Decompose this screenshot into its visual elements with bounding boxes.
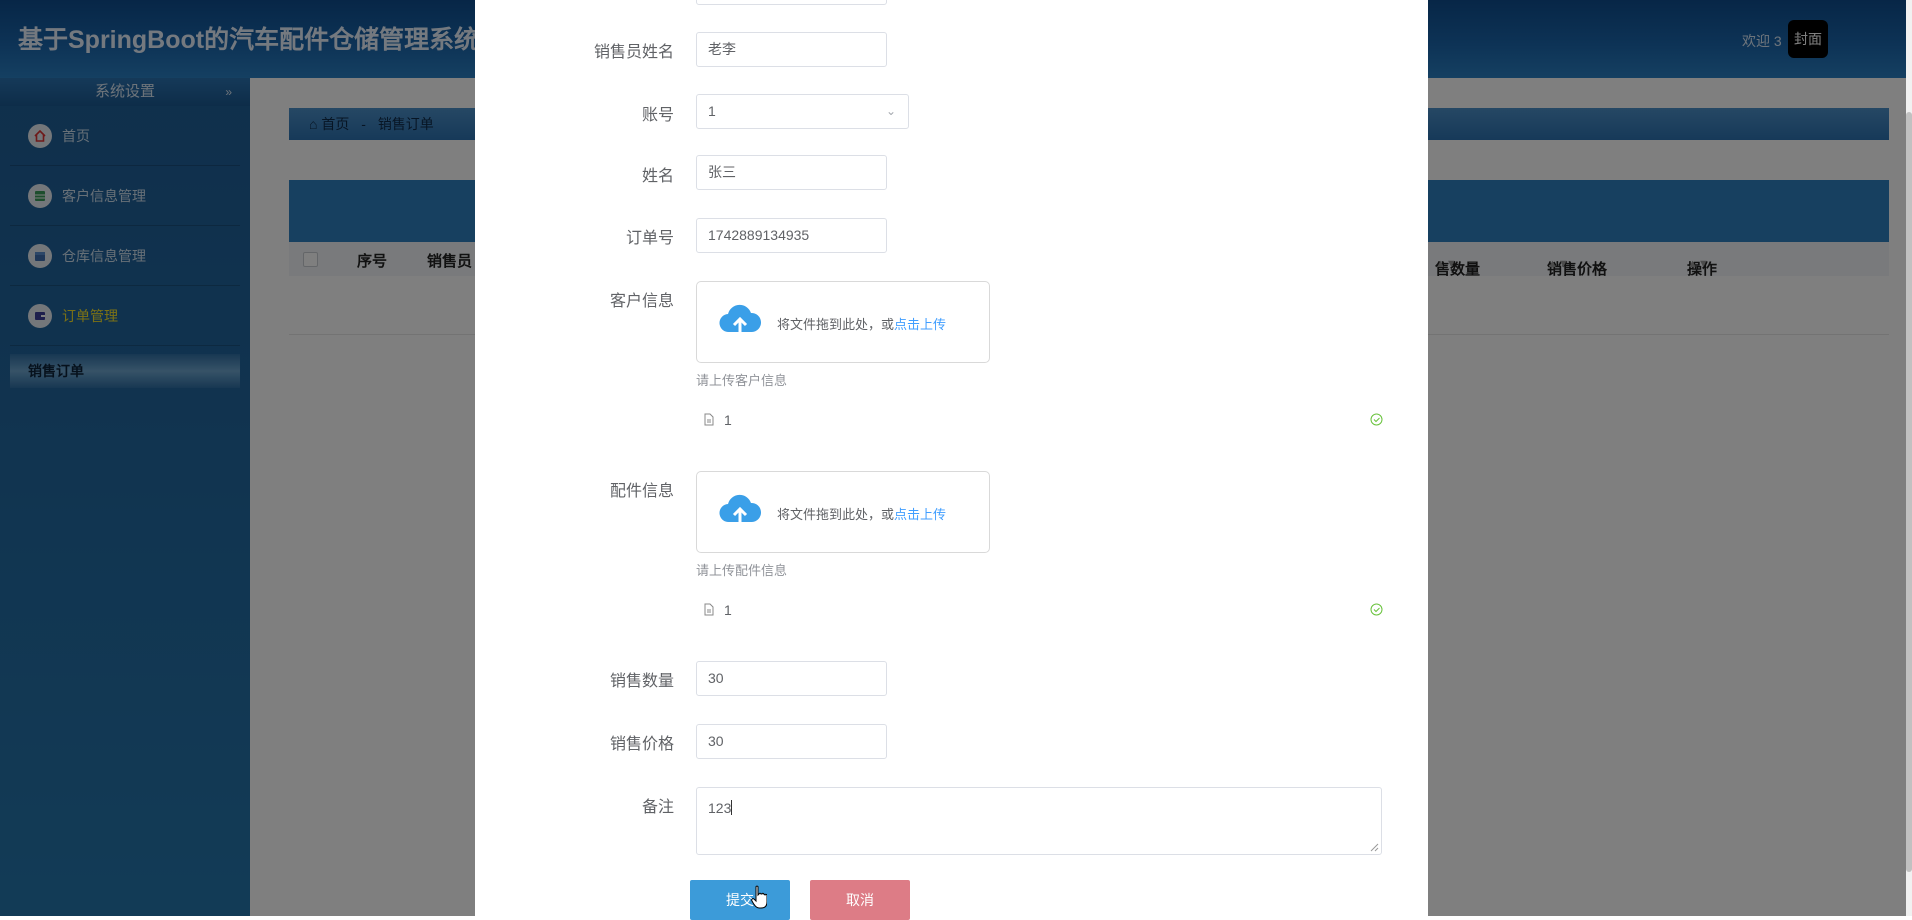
- parts-info-tip: 请上传配件信息: [696, 563, 788, 578]
- parts-info-label: 配件信息: [609, 483, 674, 500]
- account-select-value: 1: [708, 103, 716, 119]
- upload-cloud-icon: [719, 304, 761, 335]
- customer-info-dropzone[interactable]: 将文件拖到此处，或点击上传: [696, 281, 990, 363]
- hand-cursor-icon: [751, 885, 767, 909]
- top-field-partial[interactable]: [696, 0, 887, 5]
- sales-price-input[interactable]: 30: [696, 724, 887, 759]
- resize-grip-icon[interactable]: [1370, 843, 1379, 852]
- dropzone-text: 将文件拖到此处，或: [777, 317, 895, 332]
- sales-order-dialog: 销售员姓名 老李 账号 1 ⌄ 姓名 张三 订单号 1742889134935 …: [475, 0, 1428, 920]
- click-upload-link[interactable]: 点击上传: [894, 507, 946, 522]
- scrollbar-thumb[interactable]: [1906, 112, 1912, 872]
- salesperson-name-label: 销售员姓名: [593, 44, 674, 61]
- order-no-label: 订单号: [625, 230, 674, 247]
- remark-textarea[interactable]: 123: [696, 787, 1382, 855]
- file-name: 1: [724, 602, 732, 618]
- document-icon: [704, 413, 714, 426]
- sales-qty-input[interactable]: 30: [696, 661, 887, 696]
- name-label: 姓名: [641, 168, 674, 185]
- success-check-icon: [1370, 603, 1383, 616]
- file-name: 1: [724, 412, 732, 428]
- success-check-icon: [1370, 413, 1383, 426]
- sales-qty-label: 销售数量: [609, 673, 674, 690]
- account-select[interactable]: 1 ⌄: [696, 94, 909, 129]
- upload-cloud-icon: [719, 494, 761, 525]
- account-label: 账号: [641, 107, 674, 124]
- salesperson-name-input[interactable]: 老李: [696, 32, 887, 67]
- document-icon: [704, 603, 714, 616]
- parts-info-dropzone[interactable]: 将文件拖到此处，或点击上传: [696, 471, 990, 553]
- dropzone-text: 将文件拖到此处，或: [777, 507, 895, 522]
- remark-value: 123: [708, 800, 732, 816]
- parts-info-file[interactable]: 1: [696, 601, 1383, 623]
- chevron-down-icon: ⌄: [885, 104, 896, 118]
- order-no-input[interactable]: 1742889134935: [696, 218, 887, 253]
- customer-info-tip: 请上传客户信息: [696, 373, 788, 388]
- text-caret: [731, 800, 733, 815]
- customer-info-file[interactable]: 1: [696, 411, 1383, 433]
- remark-label: 备注: [641, 799, 674, 816]
- cancel-button[interactable]: 取消: [810, 880, 910, 920]
- page-scrollbar[interactable]: [1906, 0, 1912, 916]
- submit-button[interactable]: 提交: [690, 880, 790, 920]
- click-upload-link[interactable]: 点击上传: [894, 317, 946, 332]
- customer-info-label: 客户信息: [609, 293, 674, 310]
- sales-price-label: 销售价格: [609, 736, 674, 753]
- name-input[interactable]: 张三: [696, 155, 887, 190]
